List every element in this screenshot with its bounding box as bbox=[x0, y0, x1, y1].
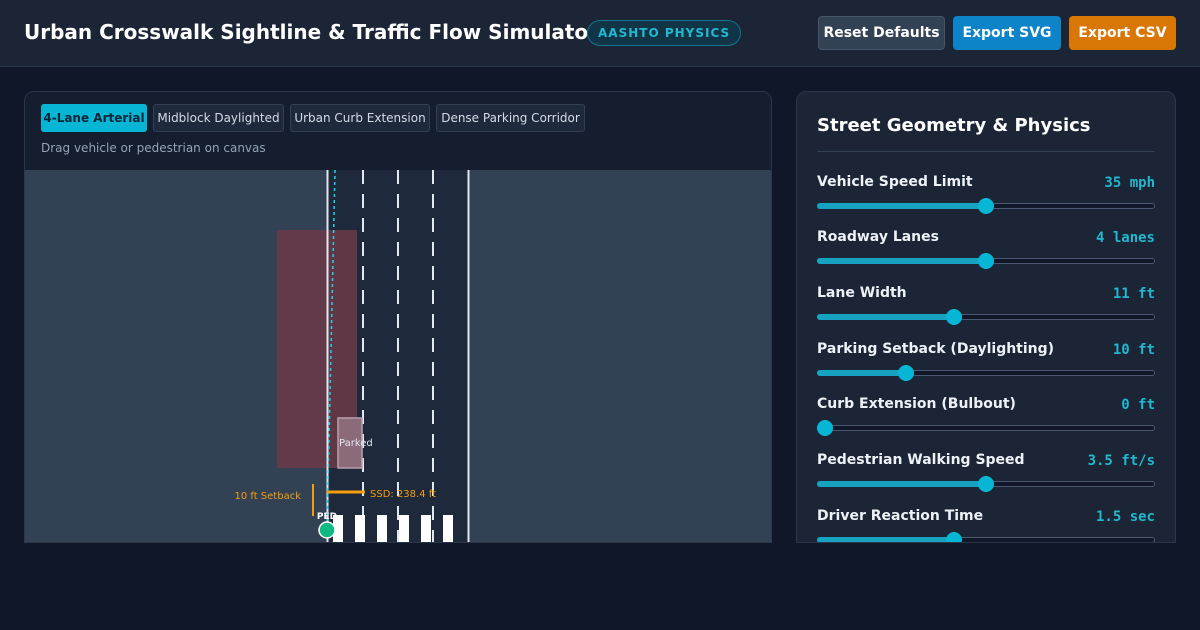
preset-dense-parking-corridor[interactable]: Dense Parking Corridor bbox=[436, 104, 585, 132]
crosswalk-stripe bbox=[421, 515, 431, 542]
physics-badge: AASHTO PHYSICS bbox=[587, 20, 742, 46]
vehicle-speed-slider[interactable] bbox=[817, 198, 1155, 214]
slider-thumb[interactable] bbox=[978, 253, 994, 269]
roadway-lanes-slider[interactable] bbox=[817, 253, 1155, 269]
param-lane-width: Lane Width 11 ft bbox=[817, 285, 1155, 335]
slider-track bbox=[817, 425, 1155, 431]
parked-label: Parked bbox=[339, 438, 373, 449]
param-label: Lane Width bbox=[817, 285, 907, 301]
curb-extension-slider[interactable] bbox=[817, 420, 1155, 436]
reaction-time-slider[interactable] bbox=[817, 532, 1155, 542]
crosswalk-stripe bbox=[443, 515, 453, 542]
export-csv-button[interactable]: Export CSV bbox=[1069, 16, 1176, 50]
setback-label: 10 ft Setback bbox=[234, 491, 301, 502]
crosswalk-stripe bbox=[399, 515, 409, 542]
pedestrian-marker[interactable] bbox=[318, 521, 336, 539]
lane-width-slider[interactable] bbox=[817, 309, 1155, 325]
param-value: 1.5 sec bbox=[1095, 509, 1155, 525]
street-svg[interactable]: Parked 10 ft Setback SSD: 238.4 ft PED bbox=[25, 170, 772, 543]
app-title: Urban Crosswalk Sightline & Traffic Flow… bbox=[24, 20, 599, 44]
slider-fill bbox=[817, 258, 986, 264]
controls-divider bbox=[817, 151, 1155, 152]
walking-speed-slider[interactable] bbox=[817, 476, 1155, 492]
param-label: Roadway Lanes bbox=[817, 229, 939, 245]
param-label: Pedestrian Walking Speed bbox=[817, 452, 1025, 468]
preset-midblock-daylighted[interactable]: Midblock Daylighted bbox=[153, 104, 284, 132]
param-value: 35 mph bbox=[1104, 175, 1155, 191]
param-label: Vehicle Speed Limit bbox=[817, 174, 973, 190]
crosswalk-stripe bbox=[377, 515, 387, 542]
param-value: 0 ft bbox=[1121, 397, 1155, 413]
param-curb-extension: Curb Extension (Bulbout) 0 ft bbox=[817, 396, 1155, 446]
param-reaction-time: Driver Reaction Time 1.5 sec bbox=[817, 508, 1155, 542]
slider-thumb[interactable] bbox=[897, 365, 914, 381]
slider-thumb[interactable] bbox=[945, 309, 962, 325]
controls-panel: Street Geometry & Physics Vehicle Speed … bbox=[796, 91, 1176, 543]
street-canvas[interactable]: Parked 10 ft Setback SSD: 238.4 ft PED bbox=[25, 170, 772, 543]
slider-fill bbox=[817, 370, 906, 376]
slider-fill bbox=[817, 203, 986, 209]
export-svg-button[interactable]: Export SVG bbox=[953, 16, 1061, 50]
param-parking-setback: Parking Setback (Daylighting) 10 ft bbox=[817, 341, 1155, 391]
slider-thumb[interactable] bbox=[978, 198, 994, 214]
param-value: 3.5 ft/s bbox=[1087, 453, 1155, 469]
canvas-panel: 4-Lane Arterial Midblock Daylighted Urba… bbox=[24, 91, 772, 543]
preset-4-lane-arterial[interactable]: 4-Lane Arterial bbox=[41, 104, 147, 132]
crosswalk-stripe bbox=[355, 515, 365, 542]
slider-fill bbox=[817, 314, 954, 320]
pedestrian-label: PED bbox=[317, 512, 337, 522]
param-vehicle-speed: Vehicle Speed Limit 35 mph bbox=[817, 174, 1155, 224]
param-value: 10 ft bbox=[1112, 342, 1155, 358]
controls-title: Street Geometry & Physics bbox=[817, 115, 1091, 136]
param-roadway-lanes: Roadway Lanes 4 lanes bbox=[817, 229, 1155, 279]
reset-defaults-button[interactable]: Reset Defaults bbox=[818, 16, 945, 50]
ssd-label: SSD: 238.4 ft bbox=[370, 489, 436, 500]
header-bar: Urban Crosswalk Sightline & Traffic Flow… bbox=[0, 0, 1200, 67]
slider-thumb[interactable] bbox=[978, 476, 994, 492]
slider-thumb[interactable] bbox=[817, 420, 833, 436]
preset-urban-curb-extension[interactable]: Urban Curb Extension bbox=[290, 104, 430, 132]
slider-fill bbox=[817, 481, 986, 487]
param-walking-speed: Pedestrian Walking Speed 3.5 ft/s bbox=[817, 452, 1155, 502]
parking-setback-slider[interactable] bbox=[817, 365, 1155, 381]
slider-thumb[interactable] bbox=[945, 532, 962, 542]
slider-fill bbox=[817, 537, 954, 542]
param-value: 4 lanes bbox=[1095, 230, 1155, 246]
param-label: Driver Reaction Time bbox=[817, 508, 984, 524]
param-label: Curb Extension (Bulbout) bbox=[817, 396, 1016, 412]
param-value: 11 ft bbox=[1112, 286, 1155, 302]
canvas-hint: Drag vehicle or pedestrian on canvas bbox=[41, 141, 266, 155]
param-label: Parking Setback (Daylighting) bbox=[817, 341, 1055, 357]
